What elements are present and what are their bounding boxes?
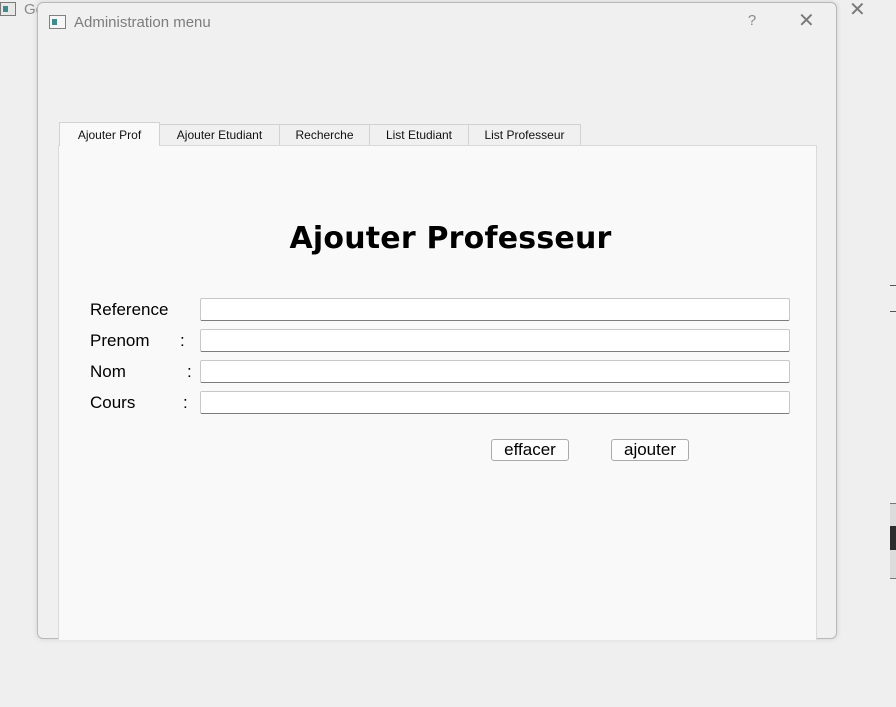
tab-bar: Ajouter Prof Ajouter Etudiant Recherche … <box>59 122 581 146</box>
tab-recherche[interactable]: Recherche <box>279 124 370 145</box>
tab-ajouter-etudiant[interactable]: Ajouter Etudiant <box>159 124 280 145</box>
tab-ajouter-prof[interactable]: Ajouter Prof <box>59 122 160 146</box>
administration-dialog: Administration menu ? ✕ Ajouter Prof Ajo… <box>37 2 837 640</box>
window-title: Administration menu <box>74 14 211 31</box>
background-close-icon[interactable]: ✕ <box>849 0 866 22</box>
title-bar: Administration menu ? ✕ <box>38 3 836 41</box>
tab-list-professeur[interactable]: List Professeur <box>468 124 581 145</box>
form-title: Ajouter Professeur <box>289 221 612 256</box>
prenom-label: Prenom <box>90 331 150 350</box>
close-icon[interactable]: ✕ <box>798 9 815 33</box>
reference-label: Reference <box>90 300 169 319</box>
prenom-colon: : <box>180 331 185 350</box>
background-window-edge <box>890 526 896 550</box>
background-window-edge <box>890 285 896 312</box>
window-icon <box>49 15 66 29</box>
cours-input[interactable] <box>200 391 790 414</box>
cours-label: Cours <box>90 393 136 412</box>
tab-list-etudiant[interactable]: List Etudiant <box>369 124 469 145</box>
cours-colon: : <box>183 393 188 412</box>
prenom-input[interactable] <box>200 329 790 352</box>
background-window-icon <box>0 2 16 16</box>
nom-label: Nom <box>90 362 126 381</box>
tab-panel-ajouter-prof: Ajouter Professeur Reference Prenom : No… <box>58 145 817 640</box>
effacer-button[interactable]: effacer <box>491 439 569 461</box>
nom-input[interactable] <box>200 360 790 383</box>
nom-colon: : <box>187 362 192 381</box>
ajouter-button[interactable]: ajouter <box>611 439 689 461</box>
reference-input[interactable] <box>200 298 790 321</box>
help-button[interactable]: ? <box>745 12 759 29</box>
